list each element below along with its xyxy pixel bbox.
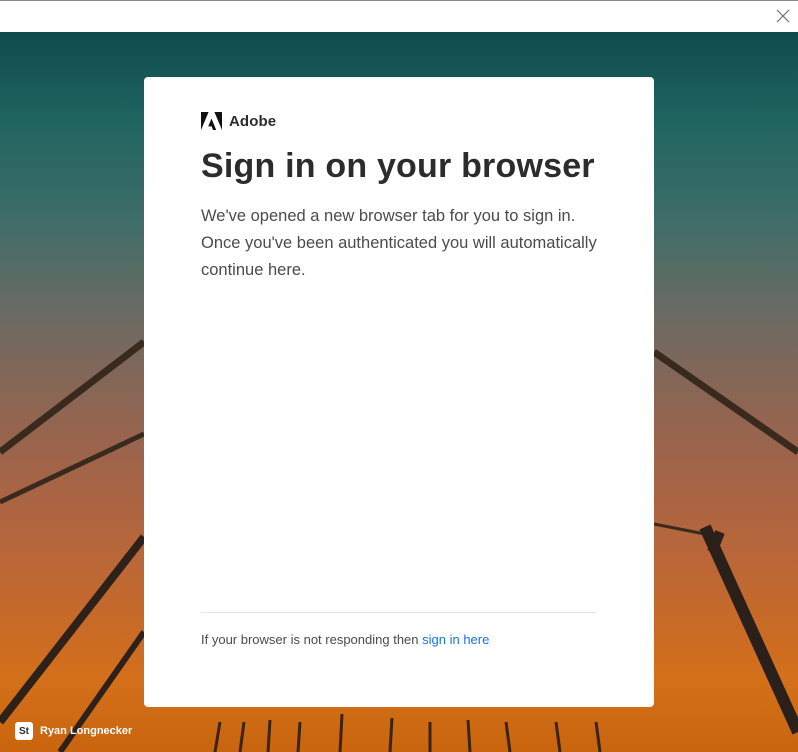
user-name: Ryan Longnecker — [40, 725, 133, 737]
close-icon — [776, 9, 790, 23]
divider — [201, 612, 597, 613]
title-bar — [0, 0, 798, 32]
brand-name: Adobe — [229, 112, 277, 130]
sign-in-card: Adobe Sign in on your browser We've open… — [144, 77, 654, 707]
adobe-logo-icon — [201, 112, 222, 130]
footer-text: If your browser is not responding then s… — [201, 632, 489, 647]
user-badge: St Ryan Longnecker — [15, 722, 132, 740]
sign-in-window: Adobe Sign in on your browser We've open… — [0, 0, 798, 752]
stock-app-icon: St — [15, 722, 33, 740]
brand: Adobe — [201, 112, 276, 130]
page-title: Sign in on your browser — [201, 147, 595, 185]
sign-in-here-link[interactable]: sign in here — [422, 632, 489, 647]
close-button[interactable] — [774, 7, 792, 25]
footer-message: If your browser is not responding then — [201, 632, 423, 647]
description-text: We've opened a new browser tab for you t… — [201, 207, 597, 279]
